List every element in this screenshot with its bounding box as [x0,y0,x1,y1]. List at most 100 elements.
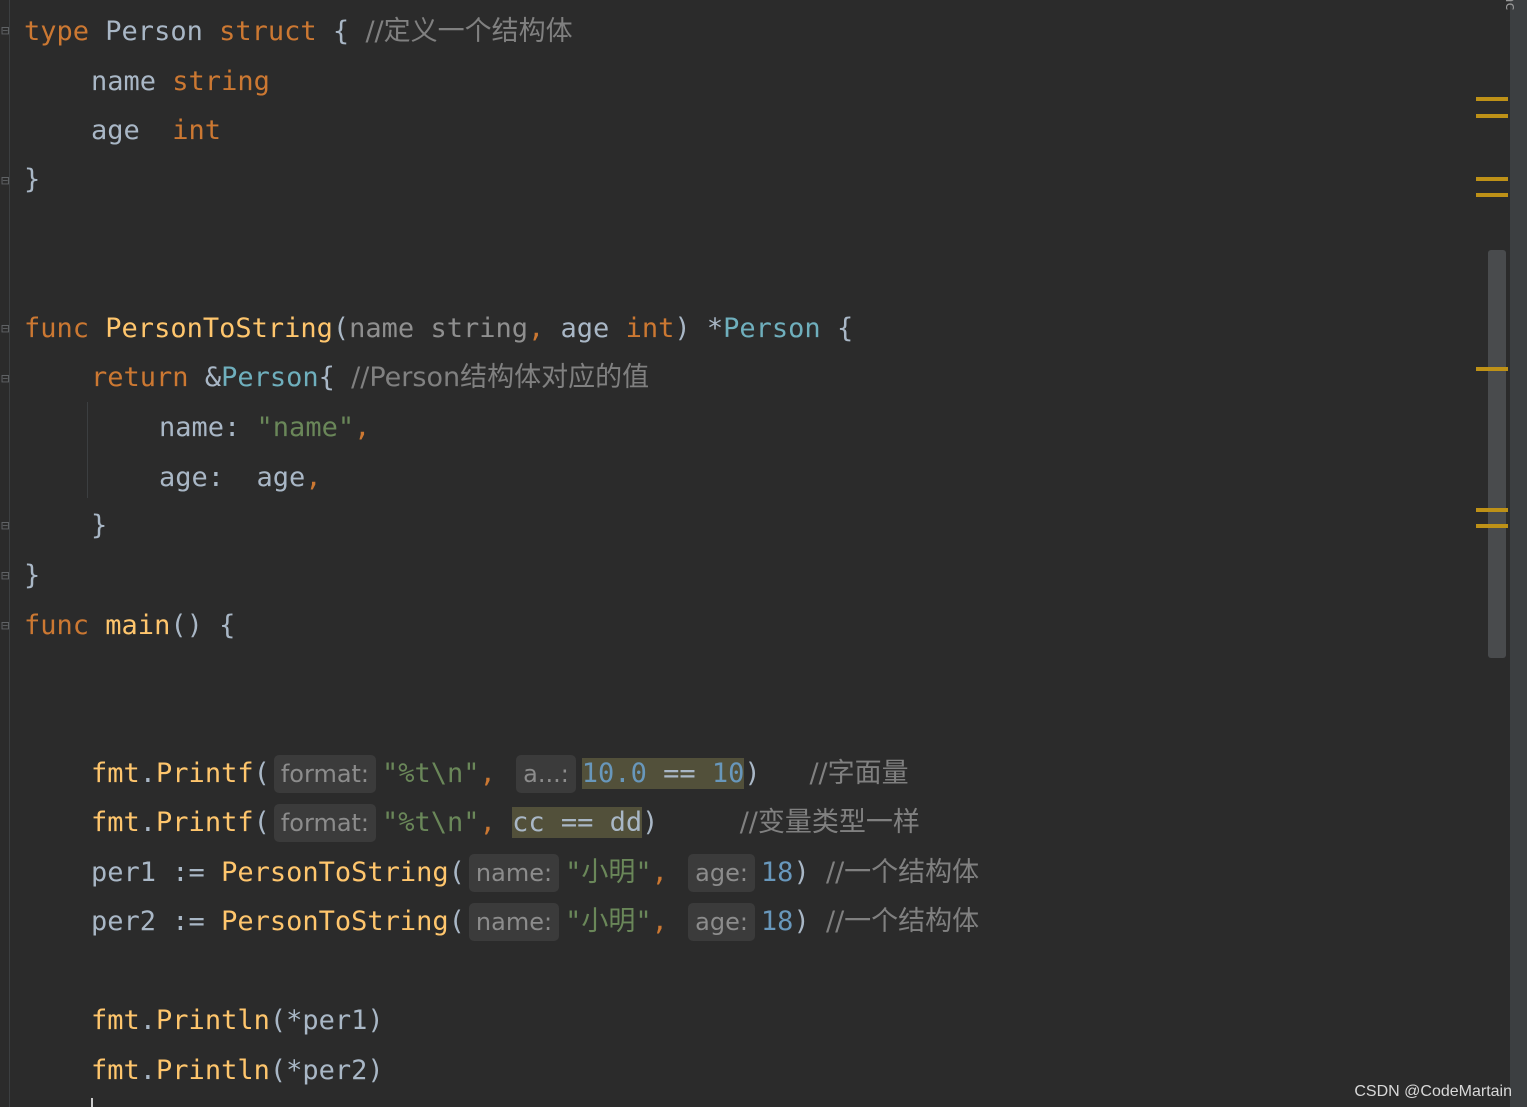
highlighted-expression: cc == dd [512,807,643,838]
number: 10.0 [581,758,647,789]
type-name: Person [221,362,319,393]
warning-marker[interactable] [1476,508,1508,512]
code-line-2[interactable]: name string [91,62,270,102]
fold-icon[interactable]: ⊟ [1,320,17,338]
string-literal: "小明" [565,857,652,888]
struct-key: age: [159,462,225,493]
paren: ( [253,807,270,838]
highlighted-expression: 10.0 == 10 [581,758,745,789]
code-line-4[interactable]: } [24,160,40,200]
string-literal: "%t\n" [382,807,480,838]
warning-marker[interactable] [1476,97,1508,101]
ampersand: & [204,362,222,393]
args: (*per1) [269,1005,384,1036]
param-hint: name: [468,854,560,892]
code-line-1[interactable]: type Person struct { //定义一个结构体 [24,12,573,52]
warning-marker[interactable] [1476,193,1508,197]
comment: //定义一个结构体 [365,16,573,47]
code-line-8[interactable]: age: age, [159,458,322,498]
code-line-13[interactable]: fmt.Printf(format: "%t\n", cc == dd) //变量… [91,803,920,843]
function-name: main [105,610,171,641]
field-name: name [91,66,157,97]
code-line-17[interactable]: fmt.Println(*per2) [91,1051,384,1091]
code-line-14[interactable]: per1 := PersonToString(name: "小明", age: 18… [91,853,979,893]
package: fmt [91,1055,140,1086]
number: 18 [760,906,794,937]
fold-icon[interactable]: ⊟ [1,517,17,535]
code-line-16[interactable]: fmt.Println(*per1) [91,1001,384,1041]
field-type: string [172,66,270,97]
pointer: * [706,313,724,344]
comment: //一个结构体 [825,857,980,888]
comma: , [527,313,545,344]
param: age [560,313,610,344]
warning-marker[interactable] [1476,114,1508,118]
comment: //变量类型一样 [739,807,920,838]
indent-guide [87,402,88,498]
paren: ( [332,313,350,344]
keyword: type [24,16,90,47]
fold-icon[interactable]: ⊟ [1,370,17,388]
function-call: PersonToString [221,857,449,888]
code-line-10[interactable]: } [24,556,40,596]
code-line-11[interactable]: func main() { [24,606,235,646]
param-hint: format: [273,755,377,793]
dot: . [139,807,157,838]
struct-key: name: [159,412,241,443]
fold-icon[interactable]: ⊟ [1,172,17,190]
string-literal: "name" [256,412,355,443]
code-line-15[interactable]: per2 := PersonToString(name: "小明", age: 18… [91,902,979,942]
brace: } [91,510,108,541]
code-line-9[interactable]: } [91,506,107,546]
comment: //字面量 [809,758,909,789]
code-line-7[interactable]: name: "name", [159,408,370,448]
code-line-5[interactable]: func PersonToString(name string, age int… [24,309,853,349]
paren: ) [642,807,659,838]
variable: per1 [91,857,157,888]
param-hint: age: [688,903,755,941]
brace: } [24,164,41,195]
rest: () { [170,610,236,641]
fold-icon[interactable]: ⊟ [1,567,17,585]
code-line-3[interactable]: age int [91,111,221,151]
number: 18 [760,857,794,888]
keyword: return [91,362,189,393]
right-tool-strip[interactable] [1510,0,1527,1107]
comma: , [651,857,668,888]
comma: , [651,906,668,937]
fold-icon[interactable]: ⊟ [1,617,17,635]
param-type: string [430,313,528,344]
fold-icon[interactable]: ⊟ [1,22,17,40]
operator: := [172,857,205,888]
code-line-6[interactable]: return &Person{ //Person结构体对应的值 [91,358,649,398]
keyword: func [24,313,90,344]
warning-marker[interactable] [1476,367,1508,371]
paren: ( [448,906,465,937]
gutter [9,0,10,1107]
function-call: Printf [156,758,254,789]
code-editor[interactable]: ⊟ ⊟ ⊟ ⊟ ⊟ ⊟ ⊟ type Person struct { //定义一… [0,0,1510,1107]
brace: { [332,16,350,47]
field-name: age [91,115,140,146]
scrollbar-thumb[interactable] [1488,250,1506,658]
function-call: Println [156,1055,270,1086]
warning-marker[interactable] [1476,524,1508,528]
param-type: int [625,313,675,344]
param-hint: name: [468,903,560,941]
string-literal: "小明" [565,906,652,937]
warning-marker[interactable] [1476,177,1508,181]
comment: //一个结构体 [825,906,980,937]
args: (*per2) [269,1055,384,1086]
paren: ) [793,857,810,888]
paren: ( [253,758,270,789]
code-line-12[interactable]: fmt.Printf(format: "%t\n", a...: 10.0 == 1… [91,754,909,794]
keyword: struct [219,16,317,47]
comma: , [479,758,496,789]
package: fmt [91,1005,140,1036]
paren: ( [448,857,465,888]
brace: { [318,362,335,393]
string-literal: "%t\n" [382,758,480,789]
variable: per2 [91,906,157,937]
tool-strip-label[interactable]: ac [1502,0,1518,10]
paren: ) [793,906,810,937]
